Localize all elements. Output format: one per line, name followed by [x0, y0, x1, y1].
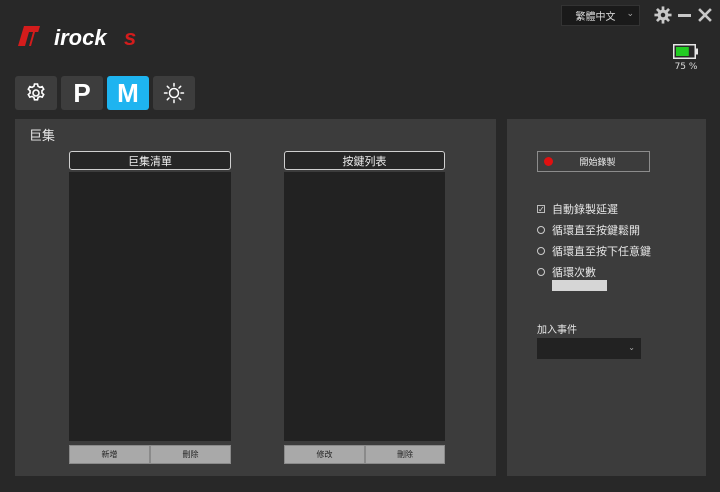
- radio-icon[interactable]: [537, 226, 545, 234]
- battery-icon: [673, 44, 698, 59]
- gear-icon: [27, 83, 45, 101]
- battery-fill: [676, 47, 689, 56]
- loop-until-release-label: 循環直至按鍵鬆開: [552, 224, 640, 237]
- macro-title: 巨集: [29, 129, 56, 144]
- tab-profile-label: P: [73, 77, 91, 108]
- key-list-header: 按鍵列表: [284, 151, 445, 170]
- irocks-logo: irock s: [18, 25, 136, 50]
- key-list[interactable]: [284, 172, 445, 441]
- language-select[interactable]: 繁體中文 ⌄: [561, 5, 640, 26]
- language-value: 繁體中文: [575, 12, 616, 23]
- tab-macro[interactable]: M: [107, 76, 149, 110]
- battery-percentage: 75 %: [674, 62, 698, 72]
- close-button[interactable]: [697, 6, 713, 24]
- macro-list[interactable]: [69, 172, 231, 441]
- add-event-label: 加入事件: [537, 325, 577, 336]
- tab-lighting[interactable]: [153, 76, 195, 110]
- tab-profile[interactable]: P: [61, 76, 103, 110]
- chevron-down-icon: ⌄: [628, 343, 635, 352]
- start-recording-button[interactable]: 開始錄製: [537, 151, 650, 172]
- gear-icon: [654, 6, 672, 24]
- auto-record-delay-label: 自動錄製延遲: [552, 203, 618, 216]
- checkbox-checked-icon[interactable]: ✓: [537, 205, 545, 214]
- minimize-icon[interactable]: [678, 14, 691, 17]
- radio-icon[interactable]: [537, 247, 545, 255]
- settings-button[interactable]: [654, 6, 672, 24]
- tab-macro-label: M: [117, 77, 139, 108]
- delete-macro-button[interactable]: 刪除: [150, 445, 231, 464]
- loop-until-any-key-label: 循環直至按下任意鍵: [552, 245, 651, 258]
- loop-count-label: 循環次數: [552, 266, 596, 279]
- start-recording-label: 開始錄製: [579, 158, 616, 168]
- add-macro-button[interactable]: 新增: [69, 445, 150, 464]
- tab-settings[interactable]: [15, 76, 57, 110]
- loop-count-input[interactable]: [552, 280, 607, 291]
- logo-text-s: s: [124, 25, 136, 50]
- radio-icon[interactable]: [537, 268, 545, 276]
- loop-until-release-option[interactable]: 循環直至按鍵鬆開: [537, 222, 640, 238]
- logo-text: irock: [54, 25, 108, 50]
- record-dot-icon: [544, 157, 553, 166]
- loop-count-option[interactable]: 循環次數: [537, 264, 596, 280]
- delete-key-button[interactable]: 刪除: [365, 445, 445, 464]
- loop-until-any-key-option[interactable]: 循環直至按下任意鍵: [537, 243, 651, 259]
- chevron-down-icon: ⌄: [626, 9, 634, 19]
- auto-record-delay-option[interactable]: ✓ 自動錄製延遲: [537, 201, 618, 217]
- brightness-icon: [163, 82, 185, 104]
- recording-panel: [507, 119, 706, 476]
- macro-list-header: 巨集清單: [69, 151, 231, 170]
- add-event-select[interactable]: ⌄: [537, 338, 641, 359]
- close-icon: [698, 8, 712, 22]
- logo-mark: [18, 26, 40, 46]
- edit-key-button[interactable]: 修改: [284, 445, 365, 464]
